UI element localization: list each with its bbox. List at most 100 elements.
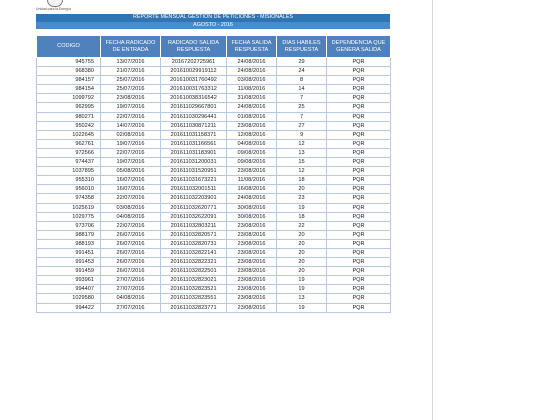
- table-cell: 22/07/2016: [100, 111, 161, 122]
- table-row: 1037895 05/08/2016 201611031520951 23/08/20…: [36, 166, 391, 177]
- table-cell: 201611029667801: [160, 102, 227, 113]
- table-cell: 09/08/2016: [226, 147, 277, 159]
- table-cell: 26/07/2016: [100, 229, 161, 240]
- table-cell: 1022645: [36, 129, 101, 140]
- table-cell: 22/07/2016: [100, 193, 161, 204]
- table-cell: 201610029919112: [160, 66, 227, 77]
- table-cell: 23: [276, 193, 327, 204]
- table-cell: 20: [276, 238, 327, 249]
- report-title: REPORTE MENSUAL GESTION DE PETICIONES - …: [36, 14, 390, 22]
- table-cell: 201611032822501: [160, 266, 227, 277]
- table-cell: 984157: [36, 75, 101, 86]
- table-cell: 23/08/2016: [226, 275, 277, 286]
- table-cell: 201611032823521: [160, 284, 227, 295]
- table-row: 968380 21/07/2016 201610029919112 24/08/201…: [36, 66, 391, 77]
- table-cell: PQR: [326, 302, 391, 313]
- table-cell: 201611030296441: [160, 111, 227, 122]
- table-row: 1022645 02/08/2016 201611031158371 12/08/20…: [36, 129, 391, 140]
- table-cell: 30/08/2016: [226, 211, 277, 222]
- table-cell: 11/08/2016: [226, 84, 277, 95]
- table-cell: 1025619: [36, 202, 101, 213]
- table-row: 991459 26/07/2016 201611032822501 23/08/201…: [36, 266, 391, 277]
- table-cell: 26/07/2016: [100, 238, 161, 249]
- table-cell: 994407: [36, 284, 101, 295]
- table-cell: 201611031183901: [160, 147, 227, 159]
- table-cell: 20: [276, 247, 327, 259]
- table-header-row: CODIGO FECHA RADICADO DE ENTRADA RADICADO …: [36, 35, 391, 58]
- table-cell: 09/08/2016: [226, 157, 277, 168]
- table-cell: 973706: [36, 220, 101, 231]
- table-cell: 13/07/2016: [100, 56, 161, 68]
- table-cell: 19: [276, 275, 327, 286]
- table-cell: 26/07/2016: [100, 266, 161, 277]
- table-cell: 201611031166561: [160, 138, 227, 149]
- table-cell: 13: [276, 147, 327, 159]
- table-cell: PQR: [326, 120, 391, 131]
- logo-text: Unidad para la Energía: [36, 7, 71, 11]
- table-row: 972566 22/07/2016 201611031183901 09/08/201…: [36, 147, 391, 159]
- table-cell: 22/07/2016: [100, 220, 161, 231]
- table-cell: PQR: [326, 275, 391, 286]
- table-cell: 03/08/2016: [100, 202, 161, 213]
- table-cell: 23/08/2016: [226, 238, 277, 249]
- table-cell: 991451: [36, 247, 101, 259]
- table-cell: 01/08/2016: [226, 111, 277, 122]
- table-cell: 23/08/2016: [226, 293, 277, 304]
- table-cell: 201611032823551: [160, 293, 227, 304]
- table-cell: 968380: [36, 66, 101, 77]
- table-cell: 03/08/2016: [226, 75, 277, 86]
- table-row: 993961 27/07/2016 201611032823021 23/08/201…: [36, 275, 391, 286]
- table-cell: 26/07/2016: [100, 247, 161, 259]
- table-cell: 201611031200031: [160, 157, 227, 168]
- table-cell: 991459: [36, 266, 101, 277]
- organization-logo: Unidad para la Energía: [36, 0, 76, 14]
- table-cell: 1029775: [36, 211, 101, 222]
- table-cell: 12: [276, 138, 327, 149]
- table-cell: 956010: [36, 184, 101, 195]
- table-cell: PQR: [326, 293, 391, 304]
- table-cell: 19/07/2016: [100, 157, 161, 168]
- table-cell: 12: [276, 166, 327, 177]
- table-cell: 201611031673221: [160, 175, 227, 186]
- table-cell: 201611030871211: [160, 120, 227, 131]
- table-cell: PQR: [326, 229, 391, 240]
- table-cell: 20: [276, 229, 327, 240]
- table-cell: 974437: [36, 157, 101, 168]
- table-cell: 16/08/2016: [226, 184, 277, 195]
- table-cell: 18: [276, 175, 327, 186]
- table-cell: PQR: [326, 175, 391, 186]
- table-cell: 19: [276, 302, 327, 313]
- table-cell: 980271: [36, 111, 101, 122]
- table-cell: 201611032822321: [160, 257, 227, 268]
- table-row: 980271 22/07/2016 201611030296441 01/08/201…: [36, 111, 391, 122]
- table-cell: 18: [276, 211, 327, 222]
- table-cell: 20: [276, 257, 327, 268]
- table-cell: 962995: [36, 102, 101, 113]
- table-cell: 23/08/2016: [226, 247, 277, 259]
- table-cell: 24/08/2016: [226, 56, 277, 68]
- table-row: 945755 13/07/2016 20167202725961 24/08/2016…: [36, 56, 391, 68]
- table-cell: 945755: [36, 56, 101, 68]
- table-cell: 23/08/2016: [226, 229, 277, 240]
- table-cell: 23/08/2016: [226, 257, 277, 268]
- table-cell: 201611032823021: [160, 275, 227, 286]
- table-cell: PQR: [326, 138, 391, 149]
- table-row: 994407 27/07/2016 201611032823521 23/08/201…: [36, 284, 391, 295]
- table-cell: 02/08/2016: [100, 129, 161, 140]
- report-block: REPORTE MENSUAL GESTION DE PETICIONES - …: [36, 14, 391, 313]
- table-cell: PQR: [326, 247, 391, 259]
- table-row: 950242 14/07/2016 201611030871211 23/08/201…: [36, 120, 391, 131]
- table-cell: 16/07/2016: [100, 184, 161, 195]
- table-cell: 26/07/2016: [100, 257, 161, 268]
- table-row: 984154 25/07/2016 201610031763312 11/08/201…: [36, 84, 391, 95]
- table-cell: PQR: [326, 284, 391, 295]
- table-row: 974358 22/07/2016 201611032203901 24/08/201…: [36, 193, 391, 204]
- table-cell: 991453: [36, 257, 101, 268]
- table-cell: 23/08/2016: [226, 166, 277, 177]
- table-cell: 201610038316542: [160, 93, 227, 104]
- table-row: 1099792 23/08/2016 201610038316542 31/08/20…: [36, 93, 391, 104]
- table-cell: 05/08/2016: [100, 166, 161, 177]
- table-cell: 974358: [36, 193, 101, 204]
- table-cell: 201611032622091: [160, 211, 227, 222]
- table-cell: 984154: [36, 84, 101, 95]
